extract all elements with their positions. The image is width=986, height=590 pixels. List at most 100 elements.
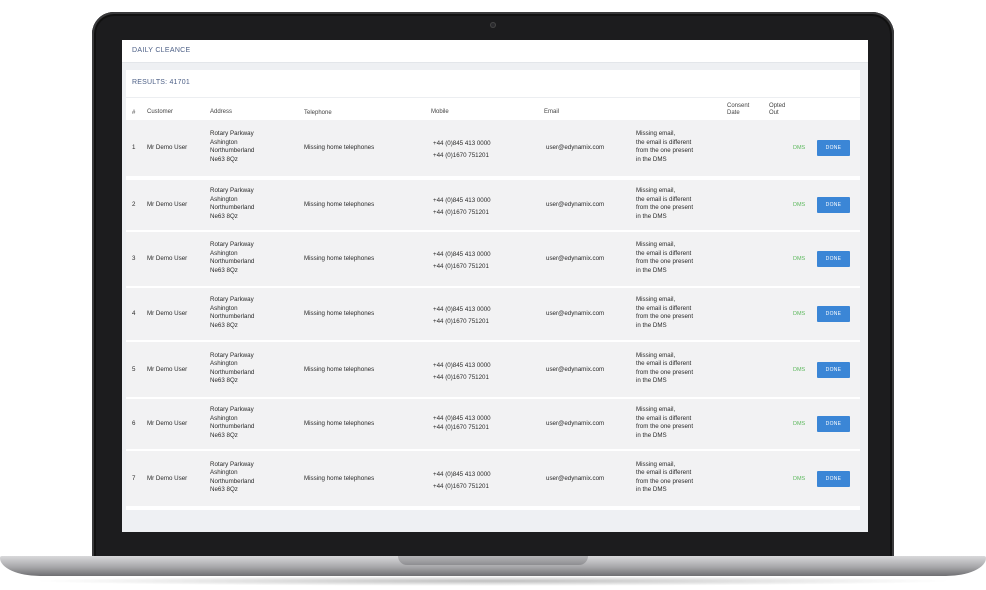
laptop-shadow — [30, 576, 956, 586]
column-header-address: Address — [210, 109, 233, 115]
column-header-number: # — [132, 110, 136, 116]
address-line: Ashington — [210, 469, 238, 476]
issue-note-line: Missing email, — [636, 460, 676, 468]
address-line: Ashington — [210, 414, 238, 422]
mobile-cell: +44 (0)845 413 0000 +44 (0)1670 751201 — [433, 360, 491, 384]
issue-note-line: in the DMS — [636, 155, 667, 163]
issue-note-line: Missing email, — [636, 296, 676, 303]
column-header-customer: Customer — [147, 109, 174, 115]
table-row: 7 Mr Demo User Missing home telephones user… — [126, 451, 860, 506]
status-badge: DMS — [793, 366, 806, 373]
address-line: Rotary Parkway — [210, 460, 254, 468]
address-line: Northumberland — [210, 204, 255, 211]
address-line: Northumberland — [210, 258, 255, 265]
address-line: Northumberland — [210, 368, 255, 376]
issue-note: Missing email, the email is different from… — [636, 461, 693, 495]
mobile-number: +44 (0)1670 751201 — [433, 209, 489, 216]
address-line: Ne63 8Qz — [210, 377, 238, 384]
done-button[interactable]: DONE — [817, 361, 850, 378]
address-line: Rotary Parkway — [210, 406, 254, 413]
address-line: Rotary Parkway — [210, 351, 254, 359]
issue-note-line: in the DMS — [636, 266, 667, 274]
row-number: 4 — [132, 310, 136, 317]
column-header-mobile: Mobile — [431, 109, 449, 115]
done-button[interactable]: DONE — [817, 251, 850, 267]
customer-name: Mr Demo User — [147, 310, 188, 317]
table-row: 4 Mr Demo User Missing home telephones user… — [126, 288, 860, 340]
email-cell: user@edynamix.com — [546, 474, 605, 482]
status-badge: DMS — [793, 202, 806, 208]
address-line: Ashington — [210, 195, 238, 203]
issue-note-line: from the one present — [636, 147, 694, 154]
issue-note-line: in the DMS — [636, 486, 667, 493]
issue-note-line: the email is different — [636, 414, 692, 422]
column-header-opted-out: Opted Out — [769, 103, 786, 116]
row-number: 2 — [132, 201, 136, 208]
issue-note-line: the email is different — [636, 304, 692, 312]
issue-note-line: in the DMS — [636, 212, 667, 220]
issue-note-line: in the DMS — [636, 431, 667, 439]
results-panel: RESULTS: 41701 # Customer Address Teleph… — [126, 70, 860, 510]
mobile-number: +44 (0)1670 751201 — [433, 482, 489, 490]
done-button[interactable]: DONE — [817, 470, 850, 487]
row-number: 3 — [132, 255, 136, 262]
address-line: Rotary Parkway — [210, 187, 254, 194]
customer-name: Mr Demo User — [147, 255, 188, 262]
table-row: 5 Mr Demo User Missing home telephones user… — [126, 342, 860, 397]
mobile-number: +44 (0)845 413 0000 — [433, 415, 491, 422]
column-header-telephone: Telephone — [304, 110, 332, 116]
address-line: Rotary Parkway — [210, 130, 254, 137]
done-button[interactable]: DONE — [817, 140, 850, 156]
address-line: Rotary Parkway — [210, 296, 254, 303]
address-line: Ne63 8Qz — [210, 155, 238, 163]
issue-note-line: Missing email, — [636, 187, 676, 194]
mobile-number: +44 (0)845 413 0000 — [433, 251, 491, 258]
issue-note-line: from the one present — [636, 313, 694, 320]
done-button[interactable]: DONE — [817, 416, 850, 432]
table-row: 2 Mr Demo User Missing home telephones user… — [126, 180, 860, 230]
telephone-cell: Missing home telephones — [304, 365, 375, 373]
mobile-number: +44 (0)845 413 0000 — [433, 197, 491, 204]
mobile-number: +44 (0)1670 751201 — [433, 318, 489, 325]
email-cell: user@edynamix.com — [546, 310, 605, 317]
address-cell: Rotary Parkway Ashington Northumberland Ne6… — [210, 352, 254, 386]
mobile-number: +44 (0)845 413 0000 — [433, 470, 491, 478]
done-button[interactable]: DONE — [817, 306, 850, 322]
status-badge: DMS — [793, 311, 806, 317]
issue-note: Missing email, the email is different from… — [636, 241, 693, 275]
issue-note: Missing email, the email is different from… — [636, 187, 693, 221]
issue-note-line: the email is different — [636, 360, 692, 367]
address-line: Ashington — [210, 360, 238, 367]
mobile-number: +44 (0)1670 751201 — [433, 152, 489, 159]
issue-note-line: Missing email, — [636, 130, 676, 137]
address-line: Rotary Parkway — [210, 241, 254, 248]
customer-name: Mr Demo User — [147, 474, 188, 482]
done-button[interactable]: DONE — [817, 197, 850, 213]
issue-note-line: the email is different — [636, 195, 692, 203]
row-number: 6 — [132, 420, 136, 427]
customer-name: Mr Demo User — [147, 365, 188, 373]
telephone-cell: Missing home telephones — [304, 474, 375, 482]
issue-note-line: the email is different — [636, 138, 692, 146]
email-cell: user@edynamix.com — [546, 365, 605, 373]
address-line: Ashington — [210, 304, 238, 312]
address-cell: Rotary Parkway Ashington Northumberland Ne6… — [210, 461, 254, 495]
issue-note-line: from the one present — [636, 258, 694, 265]
page-title: DAILY CLEANCE — [132, 47, 191, 54]
email-cell: user@edynamix.com — [546, 201, 605, 208]
issue-note-line: the email is different — [636, 249, 692, 257]
address-line: Northumberland — [210, 423, 255, 430]
mobile-cell: +44 (0)845 413 0000 +44 (0)1670 751201 — [433, 304, 491, 328]
mobile-number: +44 (0)845 413 0000 — [433, 361, 491, 369]
mobile-number: +44 (0)1670 751201 — [433, 424, 489, 431]
column-header-email: Email — [544, 109, 560, 115]
address-line: Ne63 8Qz — [210, 266, 238, 274]
telephone-cell: Missing home telephones — [304, 255, 375, 262]
address-line: Ne63 8Qz — [210, 212, 238, 220]
issue-note: Missing email, the email is different from… — [636, 406, 693, 440]
table-row: 1 Mr Demo User Missing home telephones user… — [126, 120, 860, 176]
status-badge: DMS — [793, 256, 806, 262]
camera-icon — [490, 22, 496, 28]
mobile-cell: +44 (0)845 413 0000 +44 (0)1670 751201 — [433, 249, 491, 273]
telephone-cell: Missing home telephones — [304, 144, 375, 151]
